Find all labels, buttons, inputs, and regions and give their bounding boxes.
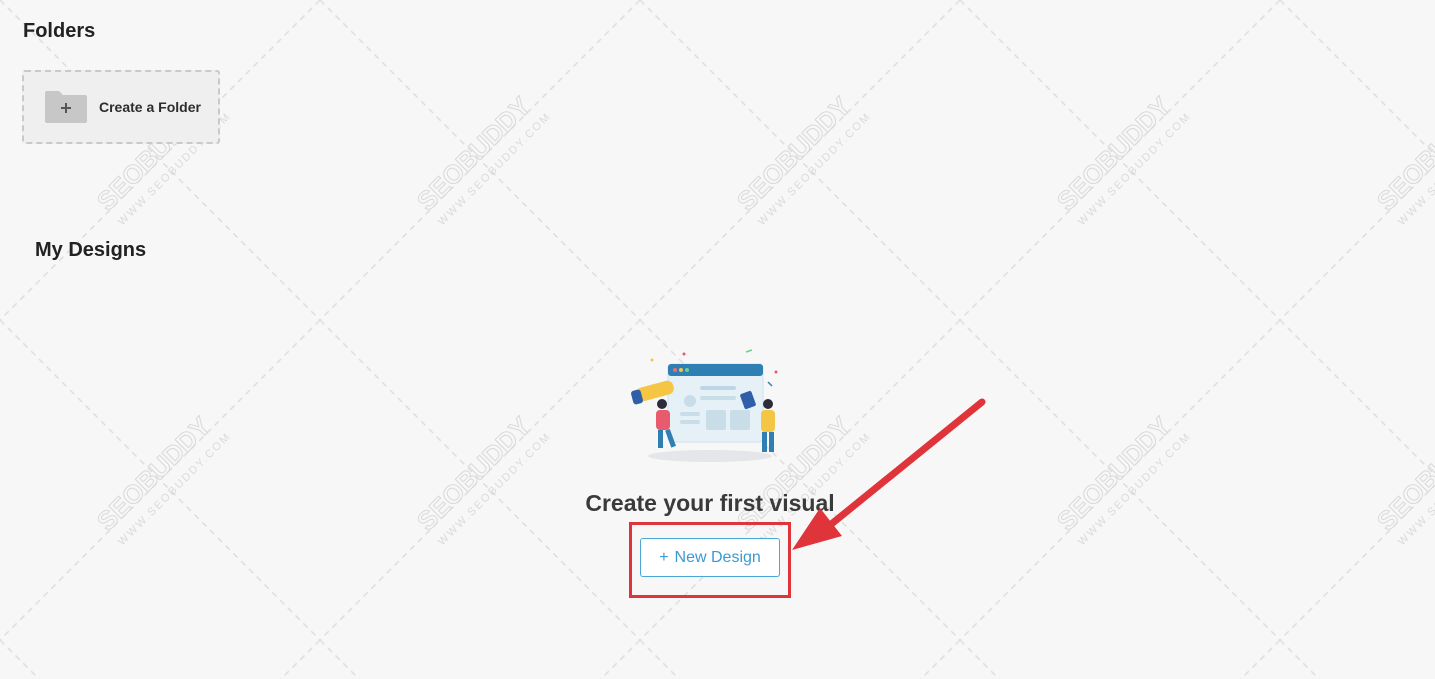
my-designs-heading: My Designs — [35, 239, 147, 261]
empty-state-heading: Create your first visual — [585, 490, 835, 516]
watermark-url: WWW.SEOBUDDY.COM — [436, 110, 554, 228]
create-folder-button[interactable]: Create a Folder — [22, 70, 220, 144]
plus-icon: + — [659, 548, 669, 566]
watermark-url: WWW.SEOBUDDY.COM — [1076, 110, 1194, 228]
watermark-brand: SEOBUDDY — [1371, 91, 1435, 216]
watermark-brand: SEOBUDDY — [1371, 411, 1435, 536]
watermark-url: WWW.SEOBUDDY.COM — [1396, 430, 1435, 548]
watermark-brand: SEOBUDDY — [731, 91, 856, 216]
watermark-brand: SEOBUDDY — [1051, 91, 1176, 216]
create-folder-label: Create a Folder — [99, 99, 201, 115]
new-design-label: New Design — [674, 548, 761, 566]
watermark-url: WWW.SEOBUDDY.COM — [1076, 430, 1194, 548]
watermark-brand: SEOBUDDY — [1051, 411, 1176, 536]
watermark-mark: SEOBUDDYWWW.SEOBUDDY.COM — [730, 90, 874, 228]
folder-add-icon — [43, 89, 89, 125]
annotation-arrow-icon — [792, 398, 986, 550]
watermark-brand: SEOBUDDY — [411, 91, 536, 216]
watermark-url: WWW.SEOBUDDY.COM — [756, 110, 874, 228]
watermark-mark: SEOBUDDYWWW.SEOBUDDY.COM — [1050, 90, 1194, 228]
new-design-button[interactable]: + New Design — [640, 538, 780, 577]
watermark-mark: SEOBUDDYWWW.SEOBUDDY.COM — [1370, 410, 1435, 548]
watermark-mark: SEOBUDDYWWW.SEOBUDDY.COM — [410, 90, 554, 228]
watermark-brand: SEOBUDDY — [91, 411, 216, 536]
watermark-mark: SEOBUDDYWWW.SEOBUDDY.COM — [410, 410, 554, 548]
watermark-mark: SEOBUDDYWWW.SEOBUDDY.COM — [90, 410, 234, 548]
watermark-url: WWW.SEOBUDDY.COM — [436, 430, 554, 548]
empty-state-illustration — [631, 349, 778, 462]
folders-heading: Folders — [23, 20, 96, 42]
watermark-url: WWW.SEOBUDDY.COM — [1396, 110, 1435, 228]
watermark-brand: SEOBUDDY — [411, 411, 536, 536]
watermark-mark: SEOBUDDYWWW.SEOBUDDY.COM — [1370, 90, 1435, 228]
watermark-url: WWW.SEOBUDDY.COM — [116, 430, 234, 548]
watermark-mark: SEOBUDDYWWW.SEOBUDDY.COM — [1050, 410, 1194, 548]
